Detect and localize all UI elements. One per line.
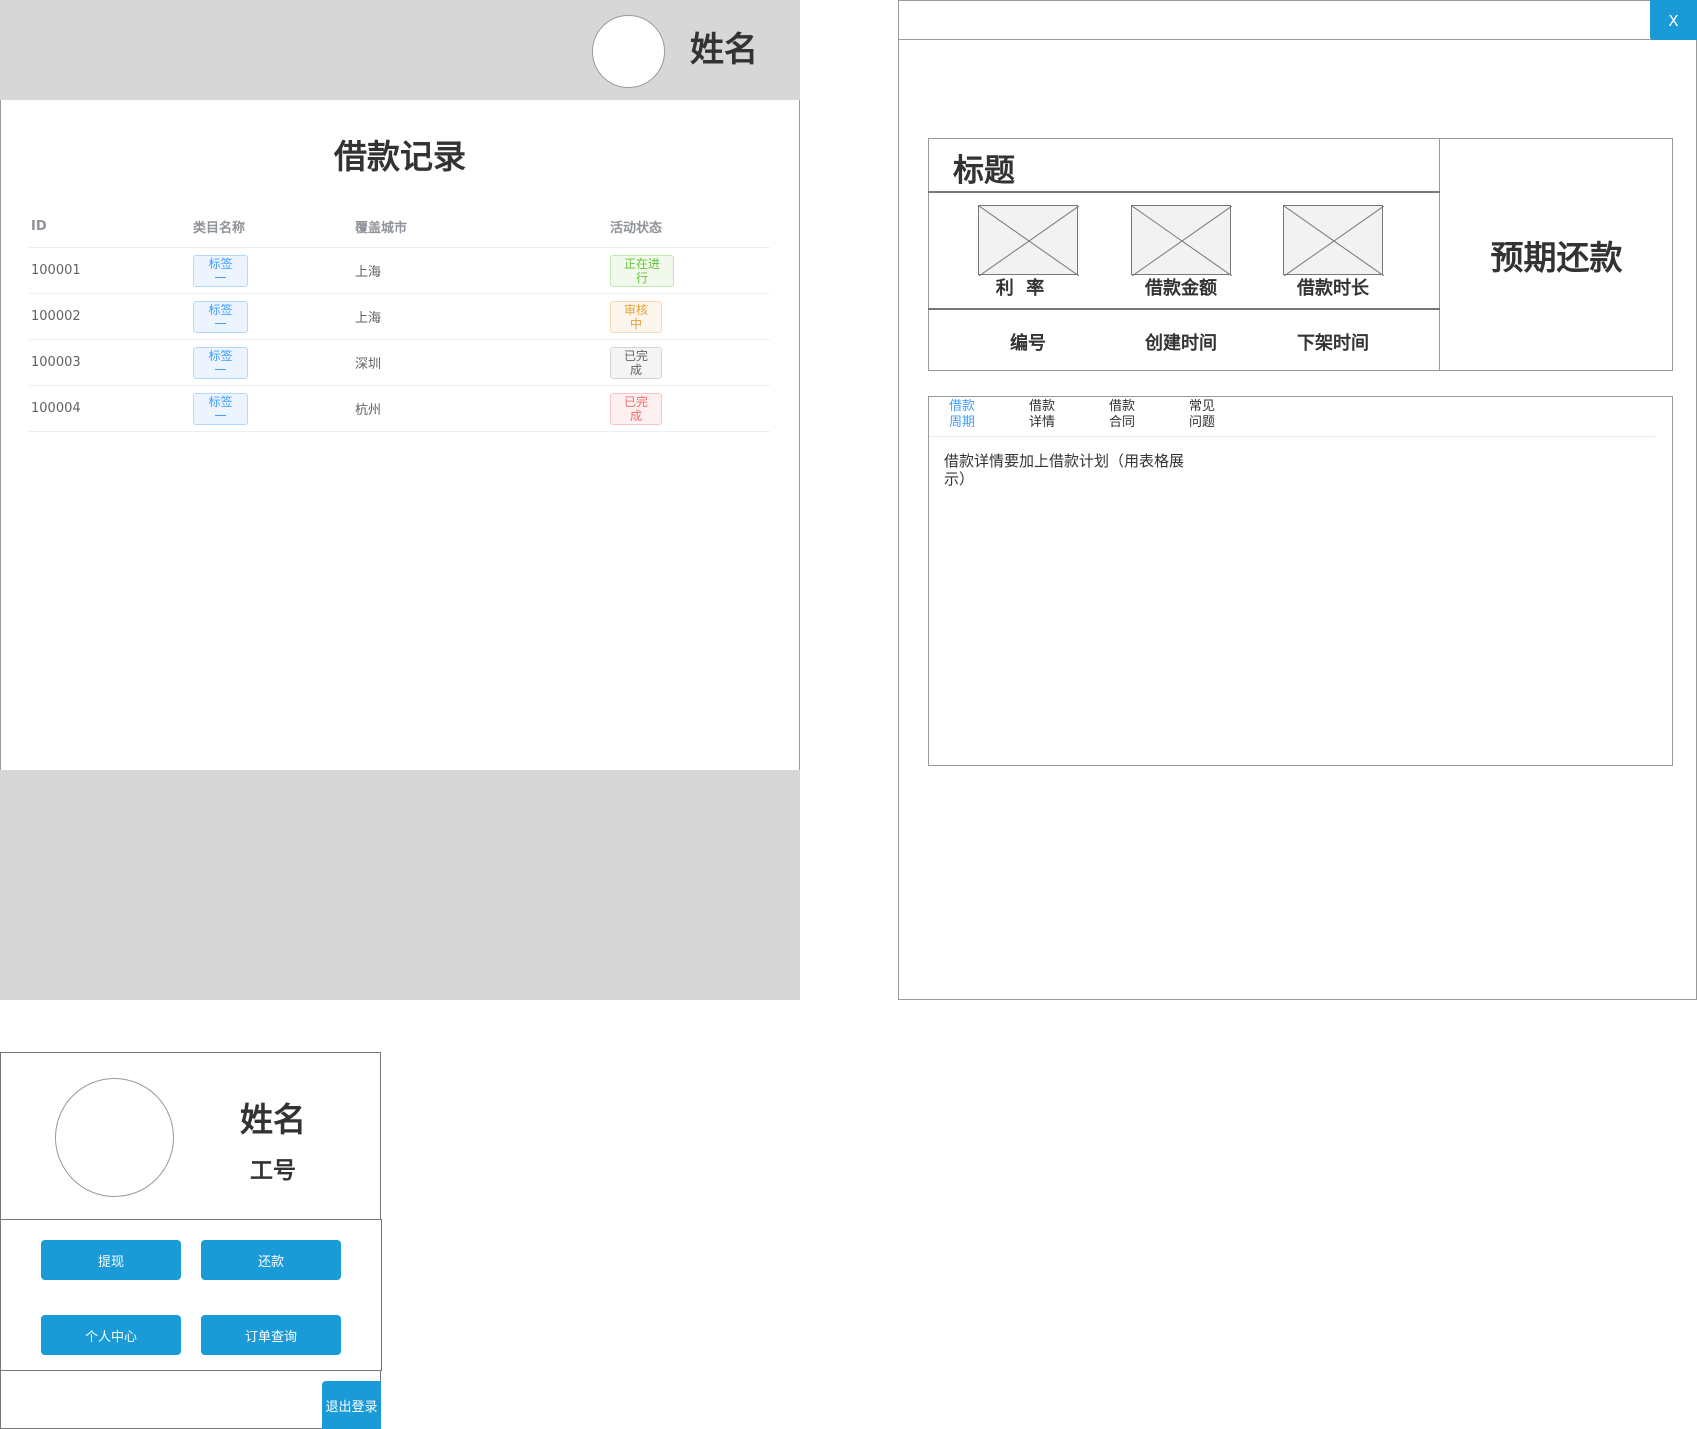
loan-duration-label: 借款时长 (1297, 278, 1369, 299)
cell-category: 标签一 (191, 385, 353, 432)
tab-divider (929, 436, 1655, 437)
records-table: ID 类目名称 覆盖城市 活动状态 100001 标签一 上海 正在进行 100… (29, 205, 770, 432)
loan-number-label: 编号 (1010, 333, 1046, 354)
tab-faq[interactable]: 常见问题 (1187, 399, 1217, 431)
created-time-label: 创建时间 (1145, 333, 1217, 354)
status-badge: 审核中 (610, 300, 662, 333)
tab-loan-details[interactable]: 借款详情 (1027, 399, 1057, 431)
order-query-button[interactable]: 订单查询 (201, 1315, 341, 1355)
cell-id: 100002 (29, 293, 191, 340)
table-row[interactable]: 100003 标签一 深圳 已完成 (29, 339, 770, 386)
cell-status: 审核中 (608, 293, 770, 340)
expected-repayment: 预期还款 (1490, 237, 1623, 277)
cell-city: 杭州 (353, 385, 608, 432)
repay-button[interactable]: 还款 (201, 1240, 341, 1280)
column-header-category[interactable]: 类目名称 (191, 205, 353, 248)
cell-id: 100004 (29, 385, 191, 432)
cell-status: 已完成 (608, 339, 770, 386)
column-header-status[interactable]: 活动状态 (608, 205, 770, 248)
loan-amount-label: 借款金额 (1145, 278, 1217, 299)
avatar[interactable] (592, 15, 665, 88)
cell-id: 100001 (29, 247, 191, 294)
page-title: 借款记录 (334, 137, 466, 176)
category-tag: 标签一 (193, 392, 248, 425)
status-badge: 已完成 (610, 392, 662, 425)
category-tag: 标签一 (193, 254, 248, 287)
tab-loan-contract[interactable]: 借款合同 (1107, 399, 1137, 431)
employee-id: 工号 (250, 1158, 296, 1184)
cell-id: 100003 (29, 339, 191, 386)
dialog-title-bar (898, 0, 1697, 40)
table-row[interactable]: 100004 标签一 杭州 已完成 (29, 385, 770, 432)
cell-category: 标签一 (191, 339, 353, 386)
delist-time-label: 下架时间 (1297, 333, 1369, 354)
image-placeholder-icon (1283, 205, 1384, 276)
cell-category: 标签一 (191, 247, 353, 294)
table-row[interactable]: 100001 标签一 上海 正在进行 (29, 247, 770, 294)
avatar[interactable] (55, 1078, 174, 1197)
status-badge: 正在进行 (610, 254, 674, 287)
records-footer-bar (0, 770, 800, 1000)
records-header-bar (0, 0, 800, 100)
tab-loan-period[interactable]: 借款周期 (947, 399, 977, 431)
close-button[interactable]: X (1650, 0, 1697, 40)
loan-title: 标题 (953, 153, 1015, 189)
category-tag: 标签一 (193, 346, 248, 379)
cell-category: 标签一 (191, 293, 353, 340)
tab-content-text: 借款详情要加上借款计划（用表格展示） (944, 452, 1185, 488)
cell-city: 上海 (353, 247, 608, 294)
image-placeholder-icon (1131, 205, 1232, 276)
column-header-id[interactable]: ID (29, 205, 191, 248)
cell-status: 已完成 (608, 385, 770, 432)
withdraw-button[interactable]: 提现 (41, 1240, 181, 1280)
records-content-area (0, 100, 800, 770)
table-header-row: ID 类目名称 覆盖城市 活动状态 (29, 205, 770, 248)
status-badge: 已完成 (610, 346, 662, 379)
logout-button[interactable]: 退出登录 (322, 1381, 381, 1429)
column-header-city[interactable]: 覆盖城市 (353, 205, 608, 248)
cell-city: 深圳 (353, 339, 608, 386)
personal-center-button[interactable]: 个人中心 (41, 1315, 181, 1355)
cell-city: 上海 (353, 293, 608, 340)
interest-rate-label: 利 率 (995, 278, 1045, 299)
user-name: 姓名 (690, 30, 758, 70)
image-placeholder-icon (978, 205, 1079, 276)
cell-status: 正在进行 (608, 247, 770, 294)
table-row[interactable]: 100002 标签一 上海 审核中 (29, 293, 770, 340)
category-tag: 标签一 (193, 300, 248, 333)
profile-name: 姓名 (240, 1100, 306, 1139)
